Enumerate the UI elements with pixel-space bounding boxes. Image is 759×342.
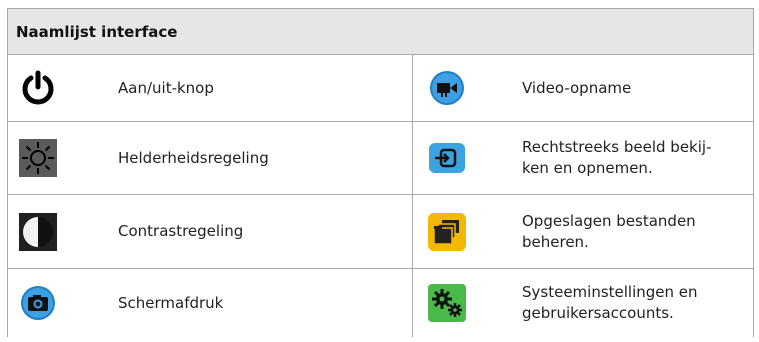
row-label: Schermafdruk: [118, 293, 224, 312]
row-label: Rechtstreeks beeld bekij- ken en opnemen…: [522, 137, 737, 179]
row-label: Contrastregeling: [118, 222, 244, 240]
table-row: Helderheidsregeling Rechtstreeks beeld b…: [8, 122, 753, 195]
row-label-line: ken en opnemen.: [522, 159, 653, 177]
power-icon: [19, 69, 57, 107]
table-cell: Systeeminstellingen en gebruikersaccount…: [413, 269, 753, 337]
row-label: Helderheidsregeling: [118, 148, 269, 167]
row-label: Opgeslagen bestanden beheren.: [522, 211, 737, 253]
table-title: Naamlijst interface: [16, 22, 178, 41]
table-row: Aan/uit-knop Video-opname: [8, 55, 753, 122]
table-cell: Schermafdruk: [8, 269, 413, 337]
row-label-line: Rechtstreeks beeld bekij-: [522, 138, 712, 156]
row-label: Video-opname: [522, 78, 632, 97]
table-cell: Video-opname: [413, 55, 753, 121]
camera-icon: [19, 284, 57, 322]
brightness-icon: [19, 139, 57, 177]
table-cell: Contrastregeling: [8, 195, 413, 268]
glossary-table: Naamlijst interface Aan/uit-knop Video-o…: [7, 8, 754, 337]
table-row: Schermafdruk Systeeminstellingen en gebr…: [8, 269, 753, 337]
table-cell: Helderheidsregeling: [8, 122, 413, 194]
row-label: Systeeminstellingen en gebruikersaccount…: [522, 282, 737, 324]
folders-icon: [428, 212, 466, 251]
table-cell: Rechtstreeks beeld bekij- ken en opnemen…: [413, 122, 753, 194]
row-label-line: gebruikersaccounts.: [522, 304, 674, 322]
row-label-line: Systeeminstellingen en: [522, 283, 698, 301]
row-label-line: beheren.: [522, 232, 589, 251]
contrast-icon: [19, 212, 57, 251]
video-camera-icon: [428, 69, 466, 107]
row-label-line: Opgeslagen bestanden: [522, 211, 696, 230]
table-row: Contrastregeling Opgeslagen bestanden be…: [8, 195, 753, 269]
row-label: Aan/uit-knop: [118, 78, 214, 97]
gears-icon: [428, 284, 466, 322]
table-header: Naamlijst interface: [8, 8, 753, 55]
input-arrow-icon: [428, 139, 466, 177]
table-cell: Opgeslagen bestanden beheren.: [413, 195, 753, 268]
table-cell: Aan/uit-knop: [8, 55, 413, 121]
